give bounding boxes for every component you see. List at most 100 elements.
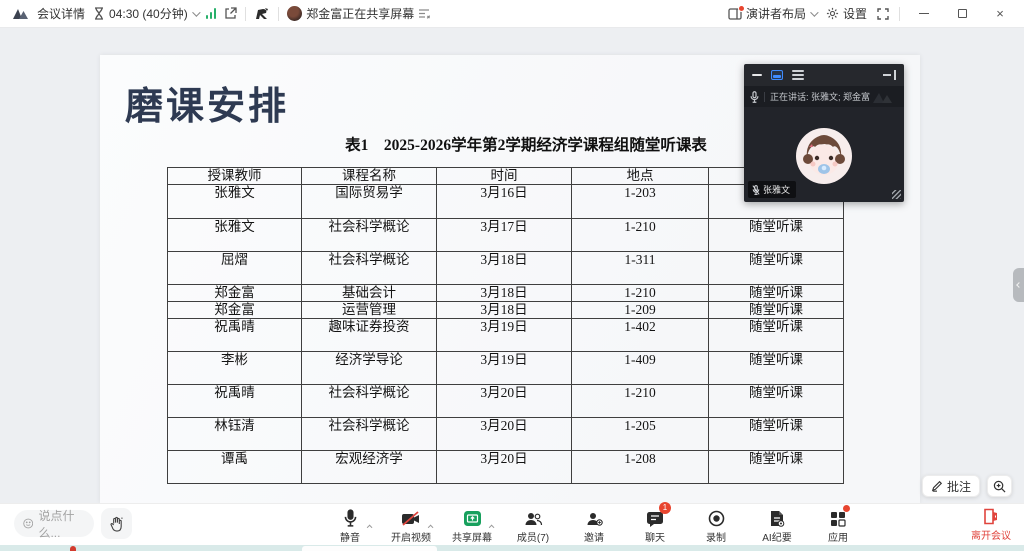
table-cell: 运营管理	[301, 301, 437, 319]
speaking-indicator-bar: 正在讲话: 张雅文; 郑金富	[744, 86, 904, 107]
table-row: 郑金富 运营管理 3月18日 1-209 随堂听课	[167, 301, 844, 319]
table-cell: 经济学导论	[301, 351, 437, 385]
share-options-caret[interactable]	[488, 515, 495, 533]
panel-video-view-icon[interactable]	[771, 70, 783, 80]
apps-label: 应用	[828, 533, 848, 544]
zoom-button[interactable]	[987, 475, 1012, 497]
table-row: 李彬 经济学导论 3月19日 1-409 随堂听课	[167, 351, 844, 385]
side-panel-collapse-tab[interactable]	[1013, 268, 1024, 302]
table-cell: 社会科学概论	[301, 384, 437, 418]
network-signal-icon[interactable]	[205, 8, 217, 19]
mic-muted-icon	[752, 184, 760, 195]
mute-options-caret[interactable]	[366, 515, 373, 533]
ai-notes-button[interactable]: AI纪要	[755, 507, 799, 544]
table-header-row: 授课教师 课程名称 时间 地点	[167, 167, 844, 185]
members-button[interactable]: 成员(7)	[511, 507, 555, 544]
table-cell: 3月17日	[436, 218, 572, 252]
layout-icon	[728, 4, 745, 20]
table-cell: 1-210	[571, 284, 709, 302]
meeting-details-button[interactable]: 会议详情	[37, 5, 85, 22]
apps-notification-dot	[843, 505, 850, 512]
panel-resize-handle[interactable]	[892, 190, 901, 199]
settings-label: 设置	[842, 7, 867, 21]
meeting-timer-dropdown[interactable]: 04:30 (40分钟)	[93, 5, 201, 22]
table-cell: 张雅文	[167, 218, 302, 252]
close-button[interactable]: ×	[986, 3, 1014, 25]
gear-icon	[826, 7, 839, 20]
table-cell: 3月18日	[436, 301, 572, 319]
hourglass-icon	[93, 7, 105, 20]
mic-icon	[343, 507, 358, 527]
share-screen-label: 共享屏幕	[452, 533, 492, 544]
mute-button[interactable]: 静音	[328, 507, 373, 544]
table-cell: 宏观经济学	[301, 450, 437, 484]
table-row: 祝禹晴 社会科学概论 3月20日 1-210 随堂听课	[167, 384, 844, 418]
chat-button[interactable]: 1 聊天	[633, 502, 677, 544]
start-video-button[interactable]: 开启视频	[389, 507, 434, 544]
apps-icon	[830, 505, 850, 527]
table-cell: 3月18日	[436, 251, 572, 285]
divider	[245, 6, 247, 21]
divider	[278, 6, 280, 21]
schedule-table: 授课教师 课程名称 时间 地点 张雅文 国际贸易学 3月16日 1-203 张雅文 社会科学概论…	[167, 167, 844, 484]
members-label: 成员(7)	[516, 533, 550, 544]
page-title: 磨课安排	[125, 86, 290, 128]
table-cell: 随堂听课	[708, 318, 844, 352]
table-cell: 随堂听课	[708, 417, 844, 451]
table-row: 林钰清 社会科学概论 3月20日 1-205 随堂听课	[167, 417, 844, 451]
fullscreen-button[interactable]	[877, 7, 889, 20]
leave-meeting-button[interactable]: 离开会议	[971, 508, 1011, 542]
chat-input[interactable]: 说点什么...	[14, 509, 94, 540]
panel-minimize-icon[interactable]	[752, 74, 762, 76]
mute-label: 静音	[340, 533, 360, 544]
invite-icon	[585, 507, 603, 527]
table-cell: 趣味证券投资	[301, 318, 437, 352]
video-options-caret[interactable]	[427, 515, 434, 533]
maximize-button[interactable]	[948, 3, 976, 25]
annotate-button[interactable]: 批注	[921, 475, 980, 497]
ai-notes-label: AI纪要	[762, 533, 792, 544]
control-buttons: 静音 开启视频 共享屏幕 成员(7) 邀请 1 聊天 录制 AI纪要 应用	[328, 502, 860, 544]
table-cell: 林钰清	[167, 417, 302, 451]
leave-icon	[983, 508, 999, 525]
panel-list-view-icon[interactable]	[792, 70, 804, 80]
table-cell: 1-402	[571, 318, 709, 352]
table-cell: 1-209	[571, 301, 709, 319]
chevron-down-icon	[191, 7, 201, 17]
participant-name: 张雅文	[763, 185, 791, 195]
apps-button[interactable]: 应用	[816, 505, 860, 544]
raise-hand-button[interactable]	[101, 508, 132, 539]
divider	[899, 6, 900, 21]
os-taskbar-sliver	[0, 545, 1024, 551]
settings-button[interactable]: 设置	[826, 5, 867, 22]
layout-switcher[interactable]: 演讲者布局	[728, 4, 819, 22]
chat-input-placeholder: 说点什么...	[38, 508, 75, 540]
members-icon	[524, 507, 543, 527]
start-video-label: 开启视频	[391, 533, 431, 544]
camera-off-icon	[401, 507, 421, 527]
table-cell: 社会科学概论	[301, 251, 437, 285]
mic-icon	[750, 90, 759, 103]
share-screen-button[interactable]: 共享屏幕	[450, 507, 495, 544]
record-icon	[708, 507, 725, 527]
table-cell: 3月20日	[436, 417, 572, 451]
screen-share-status-icon	[418, 8, 431, 19]
meeting-control-bar: 说点什么... 静音 开启视频 共享屏幕 成员(7) 邀请 1 聊天 录制 AI…	[0, 502, 1024, 545]
sharing-status: 郑金富正在共享屏幕	[287, 5, 431, 22]
notification-dot	[737, 4, 745, 12]
participant-video-tile[interactable]: 张雅文	[744, 107, 904, 202]
table-cell: 3月20日	[436, 450, 572, 484]
watermark-logo	[872, 90, 898, 104]
popout-icon[interactable]	[224, 7, 237, 20]
floating-video-panel[interactable]: 正在讲话: 张雅文; 郑金富 张雅文	[744, 64, 904, 202]
table-cell: 郑金富	[167, 301, 302, 319]
invite-button[interactable]: 邀请	[572, 507, 616, 544]
chevron-down-icon	[810, 7, 819, 17]
table-cell: 1-203	[571, 184, 709, 219]
record-button[interactable]: 录制	[694, 507, 738, 544]
minimize-button[interactable]	[910, 3, 938, 25]
participant-avatar	[795, 127, 853, 185]
panel-dock-icon[interactable]	[883, 70, 896, 80]
table-cell: 谭禹	[167, 450, 302, 484]
hand-icon	[110, 516, 123, 532]
